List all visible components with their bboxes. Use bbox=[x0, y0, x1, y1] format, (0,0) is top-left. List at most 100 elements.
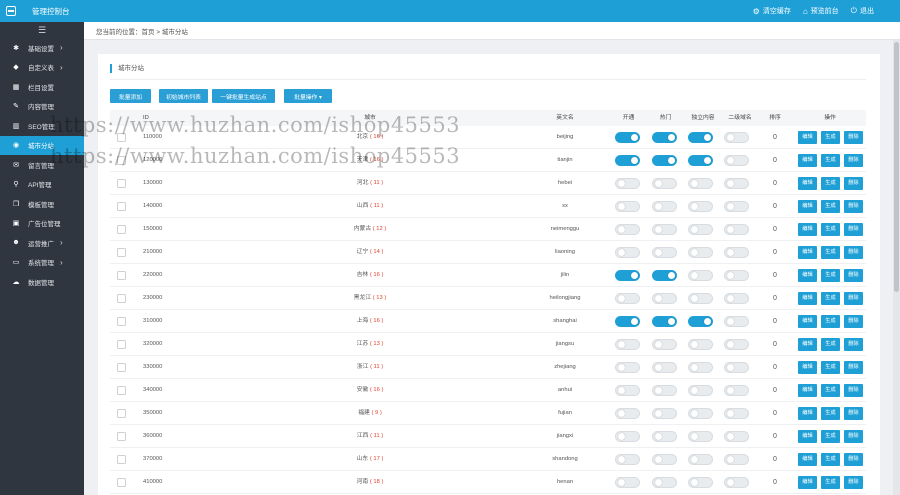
row-checkbox[interactable] bbox=[117, 179, 126, 188]
generate-button[interactable]: 生成 bbox=[821, 177, 840, 190]
second-domain-toggle[interactable] bbox=[724, 247, 749, 258]
col-id[interactable]: ID bbox=[143, 110, 149, 126]
edit-button[interactable]: 编辑 bbox=[798, 315, 817, 328]
row-checkbox[interactable] bbox=[117, 478, 126, 487]
open-toggle[interactable] bbox=[615, 454, 640, 465]
independent-toggle[interactable] bbox=[688, 454, 713, 465]
open-toggle[interactable] bbox=[615, 316, 640, 327]
second-domain-toggle[interactable] bbox=[724, 155, 749, 166]
sidebar-item-10[interactable]: ▣ 广告位管理 bbox=[0, 214, 84, 234]
independent-toggle[interactable] bbox=[688, 431, 713, 442]
second-domain-toggle[interactable] bbox=[724, 270, 749, 281]
sidebar-item-12[interactable]: ▭ 系统管理 › bbox=[0, 253, 84, 273]
hot-toggle[interactable] bbox=[652, 224, 677, 235]
generate-button[interactable]: 生成 bbox=[821, 315, 840, 328]
edit-button[interactable]: 编辑 bbox=[798, 453, 817, 466]
second-domain-toggle[interactable] bbox=[724, 454, 749, 465]
sidebar-item-8[interactable]: ⚲ API管理 bbox=[0, 175, 84, 195]
independent-toggle[interactable] bbox=[688, 270, 713, 281]
edit-button[interactable]: 编辑 bbox=[798, 384, 817, 397]
edit-button[interactable]: 编辑 bbox=[798, 269, 817, 282]
generate-button[interactable]: 生成 bbox=[821, 200, 840, 213]
delete-button[interactable]: 删除 bbox=[844, 131, 863, 144]
generate-button[interactable]: 生成 bbox=[821, 476, 840, 489]
sidebar-item-3[interactable]: ▦ 栏目设置 bbox=[0, 77, 84, 97]
independent-toggle[interactable] bbox=[688, 339, 713, 350]
init-city-list-button[interactable]: 初始城市列表 bbox=[159, 89, 208, 103]
second-domain-toggle[interactable] bbox=[724, 316, 749, 327]
open-toggle[interactable] bbox=[615, 362, 640, 373]
generate-button[interactable]: 生成 bbox=[821, 131, 840, 144]
menu-toggle-icon[interactable]: ☰ bbox=[0, 22, 84, 38]
generate-button[interactable]: 生成 bbox=[821, 338, 840, 351]
generate-button[interactable]: 生成 bbox=[821, 407, 840, 420]
generate-button[interactable]: 生成 bbox=[821, 292, 840, 305]
row-checkbox[interactable] bbox=[117, 432, 126, 441]
generate-button[interactable]: 生成 bbox=[821, 269, 840, 282]
batch-add-button[interactable]: 批量添加 bbox=[110, 89, 151, 103]
hot-toggle[interactable] bbox=[652, 178, 677, 189]
second-domain-toggle[interactable] bbox=[724, 431, 749, 442]
edit-button[interactable]: 编辑 bbox=[798, 246, 817, 259]
generate-button[interactable]: 生成 bbox=[821, 430, 840, 443]
row-checkbox[interactable] bbox=[117, 340, 126, 349]
open-toggle[interactable] bbox=[615, 339, 640, 350]
generate-button[interactable]: 生成 bbox=[821, 223, 840, 236]
hot-toggle[interactable] bbox=[652, 362, 677, 373]
open-toggle[interactable] bbox=[615, 270, 640, 281]
hot-toggle[interactable] bbox=[652, 454, 677, 465]
row-checkbox[interactable] bbox=[117, 317, 126, 326]
delete-button[interactable]: 删除 bbox=[844, 430, 863, 443]
second-domain-toggle[interactable] bbox=[724, 385, 749, 396]
scrollbar-thumb[interactable] bbox=[894, 42, 899, 292]
open-toggle[interactable] bbox=[615, 178, 640, 189]
edit-button[interactable]: 编辑 bbox=[798, 407, 817, 420]
generate-button[interactable]: 生成 bbox=[821, 453, 840, 466]
open-toggle[interactable] bbox=[615, 155, 640, 166]
delete-button[interactable]: 删除 bbox=[844, 246, 863, 259]
independent-toggle[interactable] bbox=[688, 155, 713, 166]
second-domain-toggle[interactable] bbox=[724, 293, 749, 304]
delete-button[interactable]: 删除 bbox=[844, 407, 863, 420]
independent-toggle[interactable] bbox=[688, 385, 713, 396]
edit-button[interactable]: 编辑 bbox=[798, 338, 817, 351]
delete-button[interactable]: 删除 bbox=[844, 223, 863, 236]
row-checkbox[interactable] bbox=[117, 455, 126, 464]
open-toggle[interactable] bbox=[615, 201, 640, 212]
batch-actions-dropdown[interactable]: 批量操作 ▾ bbox=[284, 89, 332, 103]
delete-button[interactable]: 删除 bbox=[844, 315, 863, 328]
second-domain-toggle[interactable] bbox=[724, 362, 749, 373]
edit-button[interactable]: 编辑 bbox=[798, 223, 817, 236]
independent-toggle[interactable] bbox=[688, 224, 713, 235]
second-domain-toggle[interactable] bbox=[724, 201, 749, 212]
sidebar-item-1[interactable]: ✱ 基础设置 › bbox=[0, 38, 84, 58]
row-checkbox[interactable] bbox=[117, 133, 126, 142]
open-toggle[interactable] bbox=[615, 408, 640, 419]
delete-button[interactable]: 删除 bbox=[844, 154, 863, 167]
row-checkbox[interactable] bbox=[117, 248, 126, 257]
row-checkbox[interactable] bbox=[117, 156, 126, 165]
delete-button[interactable]: 删除 bbox=[844, 361, 863, 374]
independent-toggle[interactable] bbox=[688, 201, 713, 212]
row-checkbox[interactable] bbox=[117, 409, 126, 418]
row-checkbox[interactable] bbox=[117, 202, 126, 211]
edit-button[interactable]: 编辑 bbox=[798, 476, 817, 489]
row-checkbox[interactable] bbox=[117, 271, 126, 280]
open-toggle[interactable] bbox=[615, 224, 640, 235]
edit-button[interactable]: 编辑 bbox=[798, 361, 817, 374]
hot-toggle[interactable] bbox=[652, 477, 677, 488]
delete-button[interactable]: 删除 bbox=[844, 269, 863, 282]
hot-toggle[interactable] bbox=[652, 132, 677, 143]
hot-toggle[interactable] bbox=[652, 247, 677, 258]
edit-button[interactable]: 编辑 bbox=[798, 177, 817, 190]
open-toggle[interactable] bbox=[615, 247, 640, 258]
generate-button[interactable]: 生成 bbox=[821, 154, 840, 167]
sidebar-item-13[interactable]: ☁ 数据管理 bbox=[0, 272, 84, 292]
second-domain-toggle[interactable] bbox=[724, 339, 749, 350]
generate-button[interactable]: 生成 bbox=[821, 361, 840, 374]
independent-toggle[interactable] bbox=[688, 408, 713, 419]
sidebar-item-6[interactable]: ◉ 城市分站 bbox=[0, 135, 84, 155]
independent-toggle[interactable] bbox=[688, 362, 713, 373]
col-name[interactable]: 城市 bbox=[290, 110, 450, 126]
open-toggle[interactable] bbox=[615, 431, 640, 442]
